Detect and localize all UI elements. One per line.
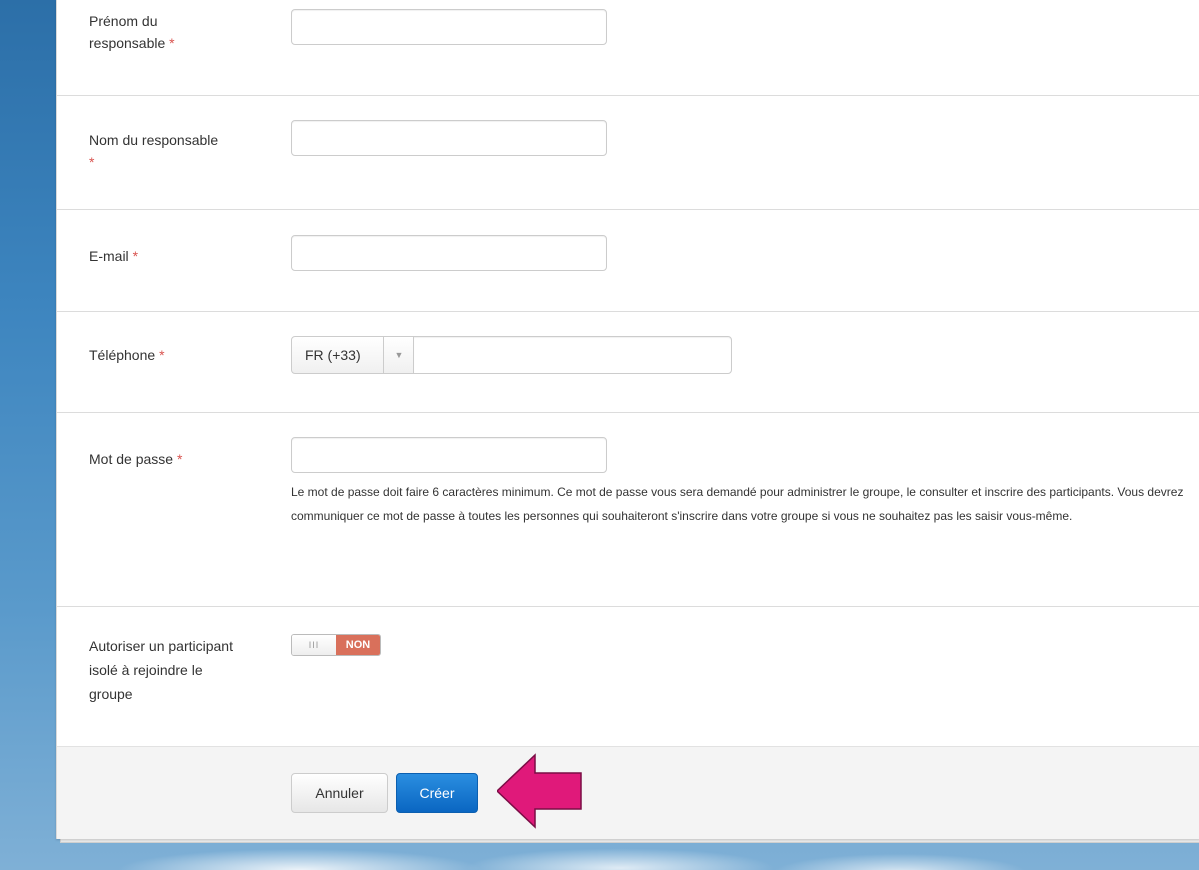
required-asterisk: * bbox=[176, 451, 183, 467]
required-asterisk: * bbox=[132, 248, 139, 264]
form-actions: Annuler Créer bbox=[57, 746, 1199, 839]
toggle-state-label: NON bbox=[336, 635, 380, 655]
phone-row: Téléphone * FR (+33) ▼ bbox=[57, 311, 1199, 413]
password-row: Mot de passe * Le mot de passe doit fair… bbox=[57, 412, 1199, 607]
cancel-button[interactable]: Annuler bbox=[291, 773, 388, 813]
phone-input[interactable] bbox=[413, 336, 732, 374]
toggle-knob: III bbox=[292, 635, 336, 655]
password-input[interactable] bbox=[291, 437, 607, 473]
required-asterisk: * bbox=[169, 35, 175, 51]
first-name-label: Prénom du responsable * bbox=[89, 13, 175, 51]
required-asterisk: * bbox=[159, 347, 165, 363]
group-form-panel: Prénom du responsable * Nom du responsab… bbox=[56, 0, 1199, 839]
create-button[interactable]: Créer bbox=[396, 773, 478, 813]
password-help-text: Le mot de passe doit faire 6 caractères … bbox=[291, 485, 1184, 523]
country-code-value: FR (+33) bbox=[305, 347, 361, 363]
phone-label: Téléphone * bbox=[89, 347, 165, 363]
country-code-select[interactable]: FR (+33) ▼ bbox=[291, 336, 415, 374]
email-row: E-mail * bbox=[57, 209, 1199, 312]
allow-isolated-toggle[interactable]: III NON bbox=[291, 634, 381, 656]
password-label: Mot de passe * bbox=[89, 451, 183, 467]
first-name-row: Prénom du responsable * bbox=[57, 0, 1199, 96]
allow-isolated-row: Autoriser un participant isolé à rejoind… bbox=[57, 606, 1199, 746]
allow-isolated-label: Autoriser un participant isolé à rejoind… bbox=[89, 638, 233, 702]
last-name-input[interactable] bbox=[291, 120, 607, 156]
last-name-label: Nom du responsable * bbox=[89, 132, 219, 170]
email-label: E-mail * bbox=[89, 248, 139, 264]
first-name-input[interactable] bbox=[291, 9, 607, 45]
last-name-row: Nom du responsable * bbox=[57, 95, 1199, 210]
email-input[interactable] bbox=[291, 235, 607, 271]
annotation-arrow-icon bbox=[497, 753, 582, 829]
chevron-down-icon: ▼ bbox=[383, 337, 414, 373]
required-asterisk: * bbox=[89, 154, 95, 170]
